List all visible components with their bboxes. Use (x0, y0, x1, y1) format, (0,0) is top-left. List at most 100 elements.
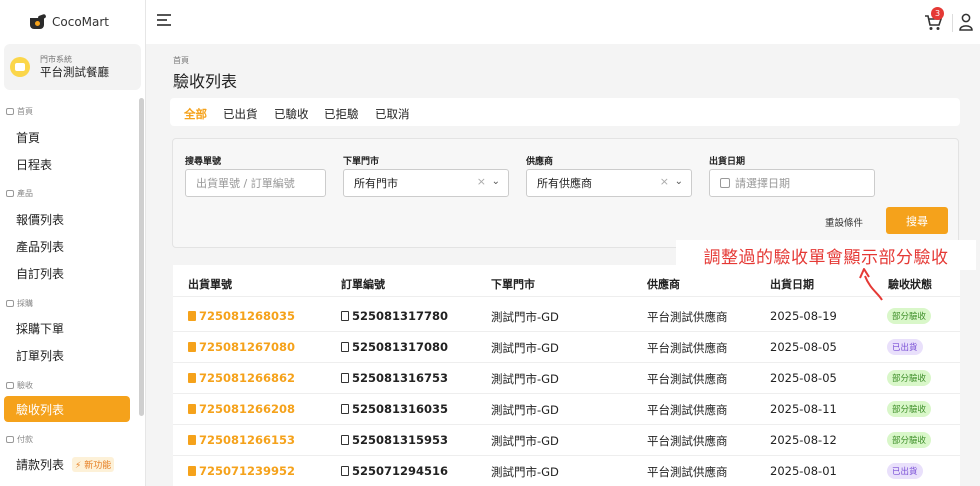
user-icon[interactable] (959, 13, 973, 31)
table-row[interactable]: 725081267080 525081317080 測試門市-GD 平台測試供應… (173, 332, 960, 363)
status-badge: 部分驗收 (887, 401, 932, 417)
table-row[interactable]: 725081266862 525081316753 測試門市-GD 平台測試供應… (173, 363, 960, 394)
store-cell: 測試門市-GD (491, 341, 559, 355)
ship-number-link[interactable]: 725081266153 (188, 433, 295, 447)
sidebar-item-billing[interactable]: 請款列表 ⚡ 新功能 (4, 451, 130, 477)
tab-cancelled[interactable]: 已取消 (375, 106, 410, 122)
date-cell: 2025-08-01 (770, 464, 837, 478)
col-store: 下單門市 (491, 278, 535, 291)
annotation-callout: 調整過的驗收單會顯示部分驗收 (676, 240, 976, 270)
date-filter-label: 出貨日期 (709, 157, 746, 167)
annotation-arrow-icon (859, 268, 883, 301)
date-cell: 2025-08-11 (770, 402, 837, 416)
tab-received[interactable]: 已驗收 (274, 106, 309, 122)
document-icon (341, 342, 349, 352)
breadcrumb[interactable]: 首頁 (173, 55, 189, 66)
supplier-cell: 平台測試供應商 (647, 372, 728, 386)
sidebar-item-custom-list[interactable]: 自訂列表 (4, 260, 130, 286)
sidebar-item-products[interactable]: 產品列表 (4, 233, 130, 259)
store-select[interactable]: 所有門市 × ⌄ (343, 169, 509, 197)
table-row[interactable]: 725071239952 525071294516 測試門市-GD 平台測試供應… (173, 456, 960, 486)
supplier-cell: 平台測試供應商 (647, 434, 728, 448)
document-icon (188, 404, 196, 414)
nav-group-home: 首頁 (6, 106, 33, 117)
col-ship-date: 出貨日期 (770, 278, 814, 291)
order-number-link[interactable]: 525081316035 (341, 402, 448, 416)
nav-group-receiving: 驗收 (6, 380, 33, 391)
new-feature-badge: ⚡ 新功能 (72, 456, 115, 472)
order-number-link[interactable]: 525081317080 (341, 340, 448, 354)
reset-button[interactable]: 重設條件 (825, 215, 863, 229)
clear-icon[interactable]: × (477, 175, 486, 188)
store-cell: 測試門市-GD (491, 434, 559, 448)
tab-all[interactable]: 全部 (184, 106, 207, 122)
tab-shipped[interactable]: 已出貨 (223, 106, 258, 122)
document-icon (188, 435, 196, 445)
date-cell: 2025-08-12 (770, 433, 837, 447)
order-number-link[interactable]: 525081316753 (341, 371, 448, 385)
calendar-icon (720, 178, 730, 188)
nav-group-product: 產品 (6, 188, 33, 199)
document-icon (188, 466, 196, 476)
table-row[interactable]: 725081266153 525081315953 測試門市-GD 平台測試供應… (173, 425, 960, 456)
collapse-menu-icon[interactable] (157, 14, 171, 26)
chevron-down-icon: ⌄ (674, 176, 683, 187)
topbar-divider (952, 14, 953, 32)
sidebar-item-home[interactable]: 首頁 (4, 124, 130, 150)
logo-icon (30, 13, 47, 29)
store-switcher[interactable]: 門市系統 平台測試餐廳 (4, 44, 141, 90)
supplier-select[interactable]: 所有供應商 × ⌄ (526, 169, 692, 197)
logo[interactable]: CocoMart (0, 0, 146, 44)
date-picker[interactable]: 請選擇日期 (709, 169, 875, 197)
supplier-cell: 平台測試供應商 (647, 341, 728, 355)
store-cell: 測試門市-GD (491, 372, 559, 386)
store-filter-label: 下單門市 (343, 157, 380, 167)
status-tabs: 全部 已出貨 已驗收 已拒驗 已取消 (170, 98, 960, 126)
tab-rejected[interactable]: 已拒驗 (324, 106, 359, 122)
filter-panel: 搜尋單號 出貨單號 / 訂單編號 下單門市 所有門市 × ⌄ 供應商 所有供應商… (172, 138, 959, 248)
supplier-cell: 平台測試供應商 (647, 465, 728, 479)
document-icon (188, 311, 196, 321)
document-icon (341, 373, 349, 383)
sidebar-item-label: 請款列表 (16, 457, 65, 472)
table-row[interactable]: 725081268035 525081317780 測試門市-GD 平台測試供應… (173, 301, 960, 332)
sidebar-item-quotes[interactable]: 報價列表 (4, 206, 130, 232)
order-number-link[interactable]: 525081317780 (341, 309, 448, 323)
search-input[interactable]: 出貨單號 / 訂單編號 (185, 169, 326, 197)
sidebar-item-orders[interactable]: 訂單列表 (4, 342, 130, 368)
document-icon (188, 342, 196, 352)
nav-group-payment: 付款 (6, 434, 33, 445)
chevron-down-icon: ⌄ (491, 176, 500, 187)
search-button[interactable]: 搜尋 (886, 207, 948, 234)
document-icon (341, 435, 349, 445)
store-avatar (10, 57, 30, 77)
clear-icon[interactable]: × (660, 175, 669, 188)
sidebar-item-schedule[interactable]: 日程表 (4, 151, 130, 177)
date-cell: 2025-08-19 (770, 309, 837, 323)
order-number-link[interactable]: 525081315953 (341, 433, 448, 447)
topbar: 3 (146, 0, 980, 44)
header-divider (173, 296, 960, 297)
supplier-cell: 平台測試供應商 (647, 310, 728, 324)
sidebar-item-receiving-list[interactable]: 驗收列表 (4, 396, 130, 422)
cart-small-icon (6, 300, 14, 307)
store-cell: 測試門市-GD (491, 465, 559, 479)
supplier-filter-label: 供應商 (526, 157, 554, 167)
home-icon (6, 108, 14, 115)
sidebar-scrollbar[interactable] (139, 98, 144, 416)
box-icon (6, 190, 14, 197)
ship-number-link[interactable]: 725081266208 (188, 402, 295, 416)
status-badge: 已出貨 (887, 463, 923, 479)
table-row[interactable]: 725081266208 525081316035 測試門市-GD 平台測試供應… (173, 394, 960, 425)
ship-number-link[interactable]: 725071239952 (188, 464, 295, 478)
document-icon (341, 311, 349, 321)
sidebar-item-purchase-order[interactable]: 採購下單 (4, 315, 130, 341)
store-cell: 測試門市-GD (491, 310, 559, 324)
nav-group-purchase: 採購 (6, 298, 33, 309)
status-badge: 部分驗收 (887, 370, 932, 386)
ship-number-link[interactable]: 725081267080 (188, 340, 295, 354)
ship-number-link[interactable]: 725081266862 (188, 371, 295, 385)
order-number-link[interactable]: 525071294516 (341, 464, 448, 478)
app-name: CocoMart (52, 15, 110, 29)
ship-number-link[interactable]: 725081268035 (188, 309, 295, 323)
